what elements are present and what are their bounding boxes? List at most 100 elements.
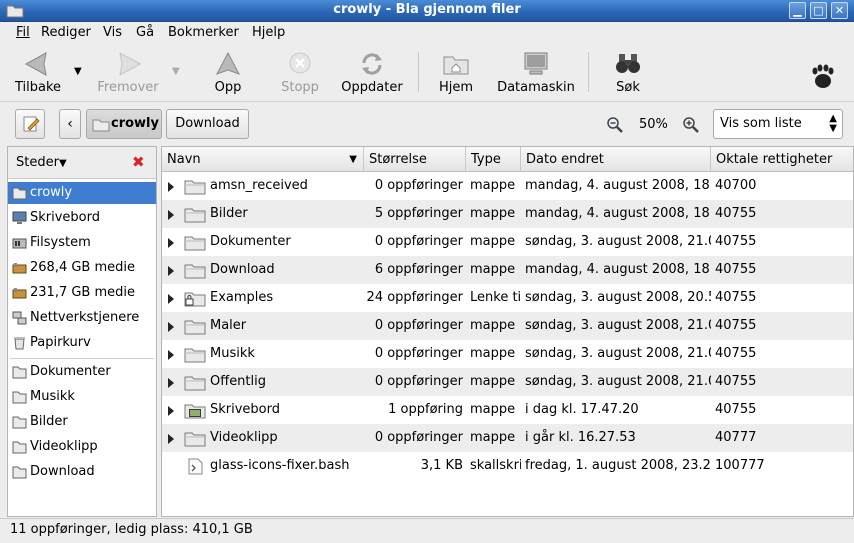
sidebar-item-crowly[interactable]: crowly xyxy=(8,182,156,204)
script-file-icon xyxy=(188,458,203,475)
table-row[interactable]: glass-icons-fixer.bash 3,1 KB skallskri fre… xyxy=(162,452,853,480)
zoom-level[interactable]: 50% xyxy=(639,117,668,132)
file-size: 24 oppføringer xyxy=(366,290,463,305)
column-date-header[interactable]: Dato endret xyxy=(521,147,711,172)
drive-icon xyxy=(12,263,27,274)
sidebar-item-videoklipp[interactable]: Videoklipp xyxy=(8,436,156,458)
file-type: mappe xyxy=(470,178,516,193)
file-perms: 100777 xyxy=(715,458,765,473)
table-row[interactable]: Videoklipp 0 oppføringer mappe i går kl. 16… xyxy=(162,424,853,452)
file-perms: 40755 xyxy=(715,402,757,417)
back-history-arrow[interactable]: ▼ xyxy=(74,66,82,77)
sidebar-header: Steder▼ ✖ xyxy=(8,147,156,179)
expander-arrow-icon[interactable] xyxy=(168,434,174,444)
stop-button[interactable]: Stopp xyxy=(278,50,322,95)
table-row[interactable]: Offentlig 0 oppføringer mappe søndag, 3. au… xyxy=(162,368,853,396)
home-folder-icon xyxy=(12,187,27,200)
expander-arrow-icon[interactable] xyxy=(168,322,174,332)
menu-rediger[interactable]: Rediger xyxy=(41,25,91,40)
expander-arrow-icon[interactable] xyxy=(168,210,174,220)
home-button[interactable]: Hjem xyxy=(434,50,478,95)
location-bar: ‹ crowly Download 50% Vis som liste ▲ ▼ xyxy=(0,103,854,145)
forward-history-arrow[interactable]: ▼ xyxy=(172,66,180,77)
menu-vis[interactable]: Vis xyxy=(103,25,122,40)
path-scroll-left-button[interactable]: ‹ xyxy=(59,109,81,139)
file-size: 1 oppføring xyxy=(388,402,463,417)
table-row[interactable]: Bilder 5 oppføringer mappe mandag, 4. augus… xyxy=(162,200,853,228)
expander-arrow-icon[interactable] xyxy=(168,294,174,304)
folder-icon xyxy=(184,180,206,195)
minimize-button[interactable]: ▁ xyxy=(789,2,806,19)
sidebar-item-skrivebord[interactable]: Skrivebord xyxy=(8,207,156,229)
file-perms: 40755 xyxy=(715,346,757,361)
expander-arrow-icon[interactable] xyxy=(168,406,174,416)
table-row[interactable]: Maler 0 oppføringer mappe søndag, 3. august… xyxy=(162,312,853,340)
chevron-left-icon: ‹ xyxy=(67,116,73,132)
path-button-crowly[interactable]: crowly xyxy=(86,109,162,139)
table-row[interactable]: Skrivebord 1 oppføring mappe i dag kl. 17.4… xyxy=(162,396,853,424)
file-size: 5 oppføringer xyxy=(374,206,463,221)
expander-arrow-icon[interactable] xyxy=(168,182,174,192)
toggle-location-button[interactable] xyxy=(15,109,45,139)
up-button[interactable]: Opp xyxy=(208,50,248,95)
reload-button[interactable]: Oppdater xyxy=(340,50,404,95)
sidebar-type-select[interactable]: Steder▼ xyxy=(16,155,67,170)
table-row[interactable]: amsn_received 0 oppføringer mappe mandag, 4… xyxy=(162,172,853,200)
table-row[interactable]: Dokumenter 0 oppføringer mappe søndag, 3. a… xyxy=(162,228,853,256)
arrow-left-icon xyxy=(24,52,47,76)
close-button[interactable]: ✕ xyxy=(831,2,848,19)
close-sidebar-icon[interactable]: ✖ xyxy=(132,153,145,171)
file-name: Musikk xyxy=(210,346,255,361)
file-name: glass-icons-fixer.bash xyxy=(210,458,350,473)
computer-button[interactable]: Datamaskin xyxy=(496,50,576,95)
folder-icon xyxy=(184,376,206,391)
expander-arrow-icon[interactable] xyxy=(168,350,174,360)
edit-location-icon xyxy=(23,116,40,132)
menu-hjelp[interactable]: Hjelp xyxy=(252,25,285,40)
sidebar-item-media-231[interactable]: 231,7 GB medie xyxy=(8,282,156,304)
desktop-folder-icon xyxy=(184,404,206,419)
menu-bokmerker[interactable]: Bokmerker xyxy=(168,25,239,40)
column-size-header[interactable]: Størrelse xyxy=(364,147,466,172)
sidebar-item-network[interactable]: Nettverkstjenere xyxy=(8,307,156,329)
expander-arrow-icon[interactable] xyxy=(168,266,174,276)
file-perms: 40755 xyxy=(715,234,757,249)
table-row[interactable]: Download 6 oppføringer mappe mandag, 4. aug… xyxy=(162,256,853,284)
sidebar-item-media-268[interactable]: 268,4 GB medie xyxy=(8,257,156,279)
view-mode-select[interactable]: Vis som liste ▲ ▼ xyxy=(713,109,843,139)
maximize-button[interactable]: □ xyxy=(810,2,827,19)
zoom-in-icon[interactable] xyxy=(682,116,700,134)
path-button-download[interactable]: Download xyxy=(166,109,249,139)
column-type-header[interactable]: Type xyxy=(466,147,521,172)
file-type: Lenke ti xyxy=(470,290,521,305)
table-row[interactable]: Musikk 0 oppføringer mappe søndag, 3. augus… xyxy=(162,340,853,368)
back-button[interactable]: Tilbake xyxy=(14,50,62,95)
file-name: Bilder xyxy=(210,206,248,221)
zoom-out-icon[interactable] xyxy=(606,116,624,134)
sidebar-item-dokumenter[interactable]: Dokumenter xyxy=(8,361,156,383)
sidebar-item-trash[interactable]: Papirkurv xyxy=(8,332,156,354)
folder-icon xyxy=(184,432,206,447)
sidebar-item-musikk[interactable]: Musikk xyxy=(8,386,156,408)
sidebar-item-download[interactable]: Download xyxy=(8,461,156,483)
column-perms-header[interactable]: Oktale rettigheter xyxy=(711,147,853,172)
sidebar-item-filsystem[interactable]: Filsystem xyxy=(8,232,156,254)
column-name-header[interactable]: Navn ▼ xyxy=(162,147,364,172)
menu-fil[interactable]: Fil xyxy=(16,25,30,40)
binoculars-icon xyxy=(616,54,640,73)
network-icon xyxy=(12,311,27,325)
folder-icon xyxy=(184,348,206,363)
menu-ga[interactable]: Gå xyxy=(136,25,154,40)
expander-arrow-icon[interactable] xyxy=(168,378,174,388)
search-button[interactable]: Søk xyxy=(610,50,646,95)
expander-arrow-icon[interactable] xyxy=(168,238,174,248)
computer-icon xyxy=(524,52,548,75)
table-row[interactable]: Examples 24 oppføringer Lenke ti søndag, 3.… xyxy=(162,284,853,312)
file-size: 0 oppføringer xyxy=(374,346,463,361)
chevron-down-icon: ▼ xyxy=(58,158,67,169)
file-name: Skrivebord xyxy=(210,402,281,417)
sidebar-item-bilder[interactable]: Bilder xyxy=(8,411,156,433)
forward-button[interactable]: Fremover xyxy=(96,50,160,95)
file-type: mappe xyxy=(470,430,516,445)
drive-icon xyxy=(12,288,27,299)
